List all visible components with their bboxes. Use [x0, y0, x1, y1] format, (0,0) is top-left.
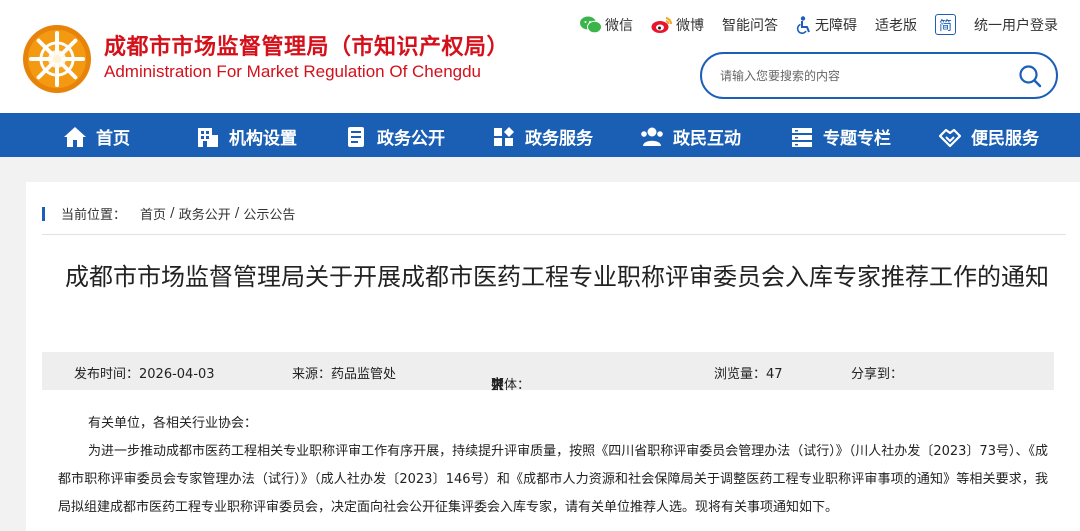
weibo-link[interactable]: 微博 [651, 15, 704, 35]
accessibility-link[interactable]: 无障碍 [796, 15, 857, 35]
nav-item-label: 政务服务 [525, 129, 593, 149]
nav-item-label: 便民服务 [971, 129, 1039, 149]
wechat-icon [580, 16, 602, 33]
nav-item-label: 机构设置 [229, 129, 297, 149]
search-input[interactable] [720, 65, 1010, 87]
article-meta: 发布时间：2026-04-03 来源：药品监管处 字体：【大 中 小】 浏览量：… [42, 352, 1054, 393]
nav-item-gov-affairs[interactable]: 政务公开 [344, 124, 445, 149]
handshake-icon [938, 128, 962, 147]
nav-item-public-services[interactable]: 便民服务 [938, 124, 1039, 149]
elderly-mode-link[interactable]: 适老版 [875, 15, 917, 35]
login-link[interactable]: 统一用户登录 [974, 15, 1058, 35]
nav-item-label: 专题专栏 [823, 129, 891, 149]
search-box [700, 52, 1058, 99]
nav-item-home[interactable]: 首页 [63, 124, 130, 149]
elderly-mode-label: 适老版 [875, 17, 917, 34]
wechat-link[interactable]: 微信 [580, 15, 633, 35]
body-paragraph: 为进一步推动成都市医药工程相关专业职称评审工作有序开展，持续提升评审质量，按照《… [58, 444, 1048, 515]
breadcrumb-marker [42, 206, 45, 221]
site-logo[interactable] [23, 25, 91, 93]
search-icon[interactable] [1018, 64, 1042, 88]
breadcrumb-prefix: 当前位置： [61, 208, 127, 223]
list-icon [792, 127, 812, 147]
people-icon [641, 127, 663, 146]
nav-item-organization[interactable]: 机构设置 [196, 124, 297, 149]
nav-item-special-topics[interactable]: 专题专栏 [790, 124, 891, 149]
building-icon [198, 127, 218, 147]
accessibility-label: 无障碍 [815, 17, 857, 34]
simplified-toggle[interactable]: 简 [935, 14, 956, 35]
weibo-icon [651, 16, 673, 33]
breadcrumb-separator: / [230, 206, 244, 221]
publish-time: 发布时间：2026-04-03 [74, 367, 215, 382]
article-container: 当前位置： 首页 / 政务公开 / 公示公告 成都市市场监督管理局关于开展成都市… [26, 182, 1080, 531]
smart-qa-link[interactable]: 智能问答 [722, 15, 778, 35]
share-label[interactable]: 分享到： [851, 363, 903, 382]
greeting-paragraph: 有关单位，各相关行业协会： [88, 416, 258, 431]
document-icon [348, 126, 364, 147]
top-links: 微信 微博 智能问答 无障碍 适老版 简 统一用户登录 [580, 14, 1058, 35]
site-title-en: Administration For Market Regulation Of … [104, 62, 482, 81]
nav-item-interaction[interactable]: 政民互动 [640, 124, 741, 149]
wechat-label: 微信 [605, 17, 633, 34]
smart-qa-label: 智能问答 [722, 17, 778, 34]
login-label: 统一用户登录 [974, 17, 1058, 34]
site-header: 成都市市场监督管理局（市知识产权局） Administration For Ma… [0, 0, 1080, 113]
weibo-label: 微博 [676, 17, 704, 34]
breadcrumb-gov-affairs[interactable]: 政务公开 [179, 204, 231, 223]
simplified-label: 简 [935, 14, 956, 35]
nav-item-gov-services[interactable]: 政务服务 [492, 124, 593, 149]
breadcrumb-notices[interactable]: 公示公告 [243, 204, 295, 223]
nav-item-label: 政民互动 [673, 129, 741, 149]
main-nav: 首页 机构设置 政务公开 政务服务 政民互动 专题专栏 便民服务 [0, 113, 1080, 157]
nav-item-label: 政务公开 [377, 129, 445, 149]
view-count: 浏览量：47 [714, 367, 783, 382]
article-source: 来源：药品监管处 [292, 367, 397, 382]
wheelchair-icon [796, 15, 810, 34]
breadcrumb: 当前位置： 首页 / 政务公开 / 公示公告 [42, 204, 295, 223]
breadcrumb-separator: / [166, 206, 179, 221]
article-title: 成都市市场监督管理局关于开展成都市医药工程专业职称评审委员会入库专家推荐工作的通… [65, 263, 1049, 291]
home-icon [64, 126, 86, 147]
breadcrumb-home[interactable]: 首页 [140, 204, 166, 223]
grid-icon [494, 126, 514, 146]
nav-item-label: 首页 [96, 129, 130, 149]
article-body: 有关单位，各相关行业协会： 为进一步推动成都市医药工程相关专业职称评审工作有序开… [58, 410, 1048, 522]
site-title-cn: 成都市市场监督管理局（市知识产权局） [104, 35, 510, 60]
divider [42, 234, 1066, 235]
bracket-close: 】 [491, 378, 505, 393]
